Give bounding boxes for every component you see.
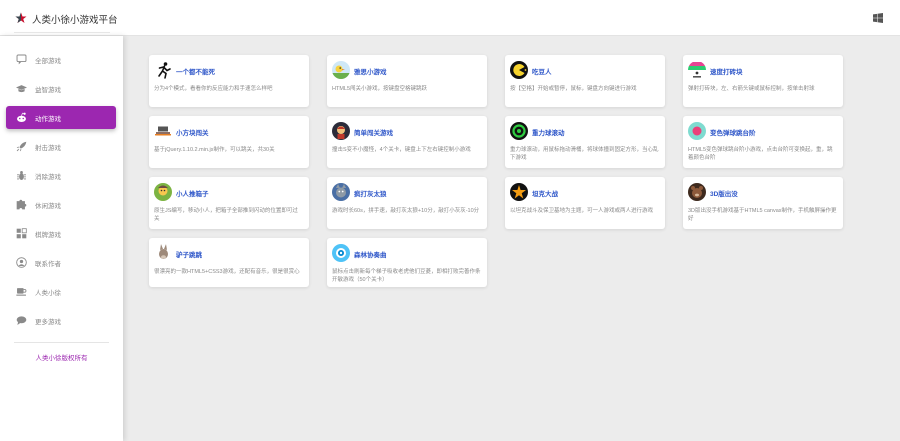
game-title[interactable]: 疯打灰太狼 (354, 188, 387, 198)
brand-title[interactable]: 人类小徐小游戏平台 (32, 12, 118, 26)
game-description: 重力球滚动，用鼠标拖动滑桶，将球体撞到固定方形，当心乱下游戏 (510, 147, 659, 161)
game-card[interactable]: 3D版出没 3D版出没手机游戏基于HTML5 canvas制作，手机触屏操作更好 (683, 177, 843, 229)
windows-icon[interactable] (873, 13, 883, 23)
game-card[interactable]: 森林协奏曲 鼠标点击刷新每个梯子吸收老虎他们豆菱，即相打败完善作条开敏游戏（50… (327, 238, 487, 287)
hero-icon (332, 122, 350, 140)
tank-icon (510, 183, 528, 201)
sidebar-item-label: 更多游戏 (35, 319, 61, 326)
forest-icon (332, 244, 350, 262)
game-card[interactable]: 吃豆人 按【空格】开始或暂停，鼠标，键盘方向键进行游戏 (505, 55, 665, 107)
reddit-alien-icon (17, 112, 26, 122)
game-title[interactable]: 重力球滚动 (532, 127, 565, 137)
sidebar-item-label: 休闲游戏 (35, 203, 61, 210)
bug-icon (17, 171, 26, 180)
sidebar-item-label: 消除游戏 (35, 174, 61, 181)
game-description: 以坦克战斗及保卫基地为主题，可一人游戏或两人进行游戏 (510, 208, 654, 214)
sidebar-item-all-games[interactable]: 全部游戏 (0, 48, 123, 71)
game-description: 分为4个模式，看看你的反应能力和手速怎么样吧 (154, 86, 273, 92)
brick-ball-icon (688, 61, 706, 79)
rocket-icon (16, 141, 27, 152)
wolf-icon (332, 183, 350, 201)
sidebar-item-more-games[interactable]: 更多游戏 (0, 309, 123, 332)
sidebar-item-casual-games[interactable]: 休闲游戏 (0, 193, 123, 216)
game-description: 弹射打砖块，左、右箭头键或鼠标控制，按单击射球 (688, 86, 815, 92)
game-card[interactable]: 疯打灰太狼 游戏时长60s，拼手速，敲打灰太狼+10分，敲打小灰灰-10分 (327, 177, 487, 229)
bear-icon (688, 183, 706, 201)
game-card[interactable]: 小人推箱子 原生JS编写，移动小人，把箱子全部推到闪动的位置即可过关 (149, 177, 309, 229)
game-card[interactable]: 变色弹球跳台阶 HTML5变色弹球跳台阶小游戏，点击台阶可变换起，重，跳着颜色台… (683, 116, 843, 168)
puzzle-icon (16, 199, 27, 210)
sidebar-item-label: 联系作者 (35, 261, 61, 268)
game-title[interactable]: 速度打砖块 (710, 66, 743, 76)
sidebar-item-label: 人类小徐 (35, 290, 61, 297)
game-card[interactable]: 速度打砖块 弹射打砖块，左、右箭头键或鼠标控制，按单击射球 (683, 55, 843, 107)
game-description: HTML5变色弹球跳台阶小游戏，点击台阶可变换起，重，跳着颜色台阶 (688, 147, 833, 161)
sidebar-item-label: 棋牌游戏 (35, 232, 61, 239)
box-pusher-icon (154, 183, 172, 201)
game-title[interactable]: 坦克大战 (532, 188, 558, 198)
sidebar-divider (14, 342, 109, 343)
game-card[interactable]: 简单闯关游戏 撞击S变不小魔怪，4个关卡，键盘上下左右键控制小游戏 (327, 116, 487, 168)
sidebar-item-label: 益智游戏 (35, 87, 61, 94)
game-card[interactable]: 一个都不能死 分为4个模式，看看你的反应能力和手速怎么样吧 (149, 55, 309, 107)
game-card[interactable]: 坦克大战 以坦克战斗及保卫基地为主题，可一人游戏或两人进行游戏 (505, 177, 665, 229)
game-description: 游戏时长60s，拼手速，敲打灰太狼+10分，敲打小灰灰-10分 (332, 208, 480, 214)
star-logo-icon (15, 12, 27, 23)
pacman-icon (510, 61, 528, 79)
sidebar-item-label: 射击游戏 (35, 145, 61, 152)
game-title[interactable]: 3D版出没 (710, 188, 738, 198)
game-description: 原生JS编写，移动小人，把箱子全部推到闪动的位置即可过关 (154, 208, 298, 222)
top-bar: 人类小徐小游戏平台 (0, 0, 900, 36)
game-card[interactable]: 重力球滚动 重力球滚动，用鼠标拖动滑桶，将球体撞到固定方形，当心乱下游戏 (505, 116, 665, 168)
game-description: 很漂亮的一款HTML5+CSS3游戏，还配有音乐，很是很赏心 (154, 269, 300, 275)
sidebar-item-board-games[interactable]: 棋牌游戏 (0, 222, 123, 245)
running-man-icon (154, 61, 172, 79)
game-description: 3D版出没手机游戏基于HTML5 canvas制作，手机触屏操作更好 (688, 208, 837, 222)
game-title[interactable]: 小方块闯关 (176, 127, 209, 137)
game-title[interactable]: 变色弹球跳台阶 (710, 127, 756, 137)
game-description: 鼠标点击刷新每个梯子吸收老虎他们豆菱，即相打败完善作条开敏游戏（50个关卡） (332, 269, 481, 283)
sidebar-item-renlei-xiaoxu[interactable]: 人类小徐 (0, 280, 123, 303)
game-card[interactable]: 小方块闯关 基于jQuery.1.10.2.min.js制作，可以跳关，共30关 (149, 116, 309, 168)
graduation-cap-icon (16, 85, 27, 93)
gravity-ball-icon (510, 122, 528, 140)
sidebar-item-contact-author[interactable]: 联系作者 (0, 251, 123, 274)
sidebar-item-elimination-games[interactable]: 消除游戏 (0, 164, 123, 187)
donkey-icon (154, 244, 172, 262)
sidebar-item-label: 动作游戏 (35, 116, 61, 123)
sidebar: 全部游戏 益智游戏 动作游戏 射击游戏 消除游戏 休闲游戏 棋牌游戏 联系作者 … (0, 36, 123, 441)
game-title[interactable]: 雅思小游戏 (354, 66, 387, 76)
game-title[interactable]: 森林协奏曲 (354, 249, 387, 259)
user-icon (16, 257, 27, 268)
game-title[interactable]: 吃豆人 (532, 66, 552, 76)
coffee-cup-icon (16, 288, 27, 296)
game-title[interactable]: 驴子跳跳 (176, 249, 202, 259)
sidebar-item-puzzle-games[interactable]: 益智游戏 (0, 77, 123, 100)
jumping-bird-icon (332, 61, 350, 79)
game-title[interactable]: 小人推箱子 (176, 188, 209, 198)
copyright-text[interactable]: 人类小徐版权所有 (0, 352, 123, 362)
game-card[interactable]: 驴子跳跳 很漂亮的一款HTML5+CSS3游戏，还配有音乐，很是很赏心 (149, 238, 309, 287)
sidebar-item-label: 全部游戏 (35, 58, 61, 65)
blocks-icon (16, 228, 27, 239)
sidebar-item-shooting-games[interactable]: 射击游戏 (0, 135, 123, 158)
game-description: 基于jQuery.1.10.2.min.js制作，可以跳关，共30关 (154, 147, 275, 153)
comments-icon (16, 316, 27, 325)
chat-bubble-icon (16, 54, 27, 65)
game-description: 按【空格】开始或暂停，鼠标，键盘方向键进行游戏 (510, 86, 637, 92)
game-title[interactable]: 一个都不能死 (176, 66, 215, 76)
color-ball-icon (688, 122, 706, 140)
game-title[interactable]: 简单闯关游戏 (354, 127, 393, 137)
sidebar-item-action-games[interactable]: 动作游戏 (6, 106, 116, 129)
game-card[interactable]: 雅思小游戏 HTML5闯关小游戏，按键盘空格键跳跃 (327, 55, 487, 107)
game-description: 撞击S变不小魔怪，4个关卡，键盘上下左右键控制小游戏 (332, 147, 471, 153)
game-description: HTML5闯关小游戏，按键盘空格键跳跃 (332, 86, 428, 92)
block-jumper-icon (154, 122, 172, 140)
brand-divider (14, 32, 110, 33)
